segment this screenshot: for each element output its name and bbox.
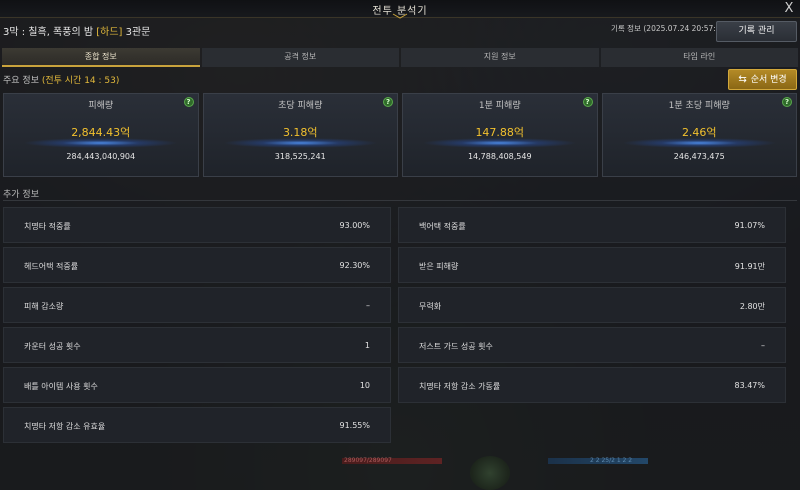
tab-attack[interactable]: 공격 정보 [201, 48, 399, 67]
extra-info-label: 추가 정보 [3, 190, 39, 200]
stat-value: 2.80만 [739, 302, 765, 311]
stat-label: 치명타 저항 감소 유효율 [24, 422, 106, 431]
stat-value: – [366, 301, 370, 310]
card-glow [222, 138, 378, 148]
stat-row: 무력화 2.80만 [398, 287, 786, 323]
stat-label: 백어택 적중률 [419, 222, 466, 231]
stat-row: 헤드어택 적중률 92.30% [3, 247, 391, 283]
tab-overview[interactable]: 종합 정보 [2, 48, 200, 67]
stat-value: 91.55% [339, 421, 370, 430]
stat-label: 카운터 성공 횟수 [24, 342, 81, 351]
stat-label: 헤드어택 적중률 [24, 262, 79, 271]
stat-value: 91.07% [734, 221, 765, 230]
card-raw-value: 246,473,475 [673, 152, 725, 161]
card-raw-value: 318,525,241 [274, 152, 326, 161]
help-icon[interactable]: ? [183, 97, 194, 107]
title-bar[interactable]: 전투 분석기 X [0, 0, 800, 19]
stat-value: – [761, 341, 765, 350]
card-label: 1분 초당 피해량 [668, 101, 730, 111]
stat-label: 피해 감소량 [24, 302, 64, 311]
tab-timeline[interactable]: 타임 라인 [600, 48, 798, 67]
raid-title: 3막 : 칠흑, 폭풍의 밤 [하드] 3관문 [3, 23, 150, 38]
stat-row: 치명타 적중률 93.00% [3, 207, 391, 243]
stat-label: 저스트 가드 성공 횟수 [419, 342, 493, 351]
card-raw-value: 284,443,040,904 [66, 152, 136, 161]
stat-card-one-min-dps: 1분 초당 피해량 ? 2.46억 246,473,475 [601, 93, 797, 177]
combat-time: (전투 시간 14 : 53) [41, 76, 120, 86]
stat-row: 치명타 저항 감소 가동률 83.47% [398, 367, 786, 403]
stat-label: 배틀 아이템 사용 횟수 [24, 382, 98, 391]
stat-row: 저스트 가드 성공 횟수 – [398, 327, 786, 363]
main-info-header: 주요 정보 (전투 시간 14 : 53) [3, 73, 119, 86]
card-label: 1분 피해량 [478, 101, 521, 111]
stat-value: 10 [359, 381, 370, 390]
stat-card-damage: 피해량 ? 2,844.43억 284,443,040,904 [3, 93, 199, 177]
card-label: 초당 피해량 [278, 101, 323, 111]
tab-bar: 종합 정보 공격 정보 지원 정보 타임 라인 [2, 48, 798, 67]
order-change-label: 순서 변경 [750, 75, 787, 85]
card-glow [422, 138, 578, 148]
section-divider [3, 200, 797, 201]
stat-label: 치명타 적중률 [24, 222, 71, 231]
stat-row: 받은 피해량 91.91만 [398, 247, 786, 283]
stat-row: 치명타 저항 감소 유효율 91.55% [3, 407, 391, 443]
help-icon[interactable]: ? [782, 97, 792, 107]
card-raw-value: 14,788,408,549 [467, 152, 532, 161]
stat-value: 1 [364, 341, 370, 350]
help-icon[interactable]: ? [383, 97, 393, 107]
card-glow [23, 138, 179, 148]
raid-name: 3막 : 칠흑, 폭풍의 밤 [3, 27, 97, 38]
stat-row: 카운터 성공 횟수 1 [3, 327, 391, 363]
main-info-label: 주요 정보 [3, 76, 42, 86]
stat-row: 백어택 적중률 91.07% [398, 207, 786, 243]
game-hud: 289097/289097 2 2 25/2 1 2 2 [300, 456, 660, 490]
order-change-button[interactable]: ⇆ 순서 변경 [728, 69, 797, 90]
record-manage-button[interactable]: 기록 관리 [716, 21, 797, 42]
stat-card-dps: 초당 피해량 ? 3.18억 318,525,241 [202, 93, 398, 177]
record-info: 기록 정보 (2025.07.24 20:57:31) [611, 24, 729, 33]
stat-row: 배틀 아이템 사용 횟수 10 [3, 367, 391, 403]
stat-value: 92.30% [339, 261, 370, 270]
card-label: 피해량 [88, 101, 114, 111]
stat-label: 무력화 [419, 302, 442, 311]
combat-analyzer-panel: 전투 분석기 X 3막 : 칠흑, 폭풍의 밤 [하드] 3관문 기록 정보 (… [0, 0, 800, 490]
difficulty-label: [하드] [96, 27, 123, 38]
stat-cards: 피해량 ? 2,844.43억 284,443,040,904 초당 피해량 ?… [3, 93, 797, 177]
hud-orb [470, 456, 510, 490]
help-icon[interactable]: ? [582, 97, 593, 107]
hp-text: 289097/289097 [344, 457, 392, 464]
extra-info-grid: 치명타 적중률 93.00% 백어택 적중률 91.07% 헤드어택 적중률 92.3… [3, 207, 786, 447]
close-button[interactable]: X [780, 0, 798, 18]
stat-card-one-min-damage: 1분 피해량 ? 147.88억 14,788,408,549 [402, 93, 598, 177]
card-glow [621, 138, 777, 148]
gate-label: 3관문 [125, 27, 151, 38]
swap-icon: ⇆ [738, 74, 747, 85]
stat-label: 받은 피해량 [419, 262, 459, 271]
stat-value: 93.00% [339, 221, 370, 230]
stat-value: 91.91만 [734, 262, 765, 271]
title-ornament-icon [392, 13, 408, 19]
stat-label: 치명타 저항 감소 가동률 [419, 382, 501, 391]
stat-value: 83.47% [734, 381, 765, 390]
tab-support[interactable]: 지원 정보 [401, 48, 599, 67]
stat-row: 피해 감소량 – [3, 287, 391, 323]
mp-text: 2 2 25/2 1 2 2 [590, 457, 633, 464]
